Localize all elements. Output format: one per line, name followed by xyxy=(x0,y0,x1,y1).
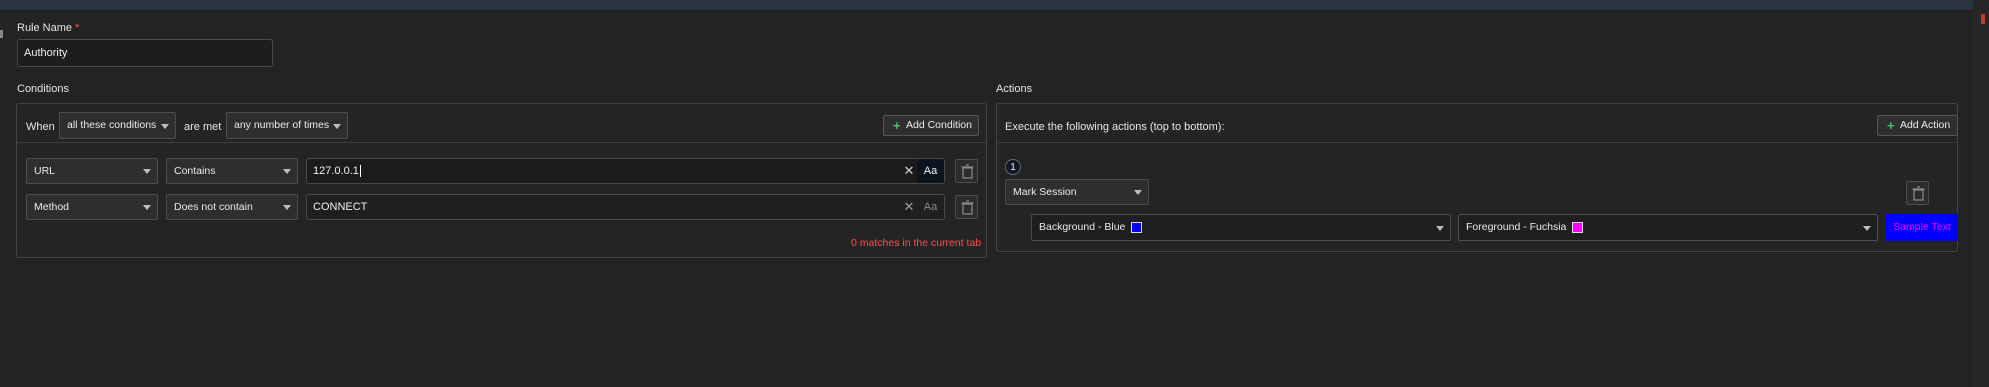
add-condition-button[interactable]: + Add Condition xyxy=(883,115,979,136)
chevron-down-icon xyxy=(143,169,151,174)
chevron-down-icon xyxy=(283,169,291,174)
sample-text-preview: Sample Text xyxy=(1886,214,1958,241)
delete-action-button[interactable] xyxy=(1906,181,1929,205)
action-type-select[interactable]: Mark Session xyxy=(1005,179,1149,205)
match-mode-value: all these conditions xyxy=(67,119,157,131)
add-action-button[interactable]: + Add Action xyxy=(1877,115,1958,136)
rule-name-label: Rule Name * xyxy=(17,22,80,34)
add-condition-label: Add Condition xyxy=(906,119,972,131)
chevron-down-icon xyxy=(143,205,151,210)
action-index-badge: 1 xyxy=(1005,159,1021,175)
frequency-value: any number of times xyxy=(234,119,330,131)
condition-field-value: Method xyxy=(34,201,70,213)
condition-field-select[interactable]: URL xyxy=(26,158,158,184)
window-top-bar xyxy=(0,0,1973,11)
close-icon[interactable]: ✕ xyxy=(903,196,915,218)
scrollbar-track[interactable] xyxy=(1973,0,1989,387)
scrollbar-marker xyxy=(1981,14,1985,24)
condition-field-select[interactable]: Method xyxy=(26,194,158,220)
foreground-color-swatch xyxy=(1572,221,1584,233)
trash-icon xyxy=(1912,186,1925,201)
condition-operator-value: Contains xyxy=(174,165,216,177)
case-sensitive-toggle[interactable]: Aa xyxy=(917,195,944,219)
delete-condition-button[interactable] xyxy=(955,195,978,219)
condition-value-input[interactable]: CONNECT xyxy=(306,194,945,220)
are-met-label: are met xyxy=(184,121,222,133)
condition-operator-value: Does not contain xyxy=(174,201,253,213)
trash-icon xyxy=(961,200,974,215)
condition-value-input[interactable]: 127.0.0.1 xyxy=(306,158,945,184)
conditions-title: Conditions xyxy=(17,83,69,95)
condition-operator-select[interactable]: Contains xyxy=(166,158,298,184)
actions-title: Actions xyxy=(996,83,1033,95)
background-color-swatch xyxy=(1131,221,1143,233)
match-mode-select[interactable]: all these conditions xyxy=(59,112,176,139)
foreground-color-value: Foreground - Fuchsia xyxy=(1466,221,1567,233)
plus-icon: + xyxy=(1887,118,1895,133)
panel-edge-marker xyxy=(0,30,3,38)
delete-condition-button[interactable] xyxy=(955,159,978,183)
chevron-down-icon xyxy=(1863,225,1871,231)
background-color-select[interactable]: Background - Blue xyxy=(1031,214,1451,241)
condition-value-text: 127.0.0.1 xyxy=(313,165,359,177)
rule-name-input[interactable]: Authority xyxy=(17,39,273,67)
add-action-label: Add Action xyxy=(1900,119,1951,131)
chevron-down-icon xyxy=(1134,190,1142,195)
chevron-down-icon xyxy=(1436,225,1444,231)
background-color-value: Background - Blue xyxy=(1039,221,1126,233)
chevron-down-icon xyxy=(283,205,291,210)
foreground-color-select[interactable]: Foreground - Fuchsia xyxy=(1458,214,1878,241)
condition-value-text: CONNECT xyxy=(313,201,368,213)
condition-operator-select[interactable]: Does not contain xyxy=(166,194,298,220)
action-type-value: Mark Session xyxy=(1013,186,1077,198)
trash-icon xyxy=(961,164,974,179)
text-cursor xyxy=(359,165,361,178)
chevron-down-icon xyxy=(333,123,341,129)
when-label: When xyxy=(26,121,55,133)
frequency-select[interactable]: any number of times xyxy=(226,112,348,139)
chevron-down-icon xyxy=(161,123,169,129)
required-marker: * xyxy=(75,22,80,34)
plus-icon: + xyxy=(893,118,901,133)
condition-field-value: URL xyxy=(34,165,56,177)
case-sensitive-toggle[interactable]: Aa xyxy=(917,159,944,183)
actions-description: Execute the following actions (top to bo… xyxy=(1005,121,1225,133)
close-icon[interactable]: ✕ xyxy=(903,160,915,182)
match-count-status: 0 matches in the current tab xyxy=(851,237,982,249)
